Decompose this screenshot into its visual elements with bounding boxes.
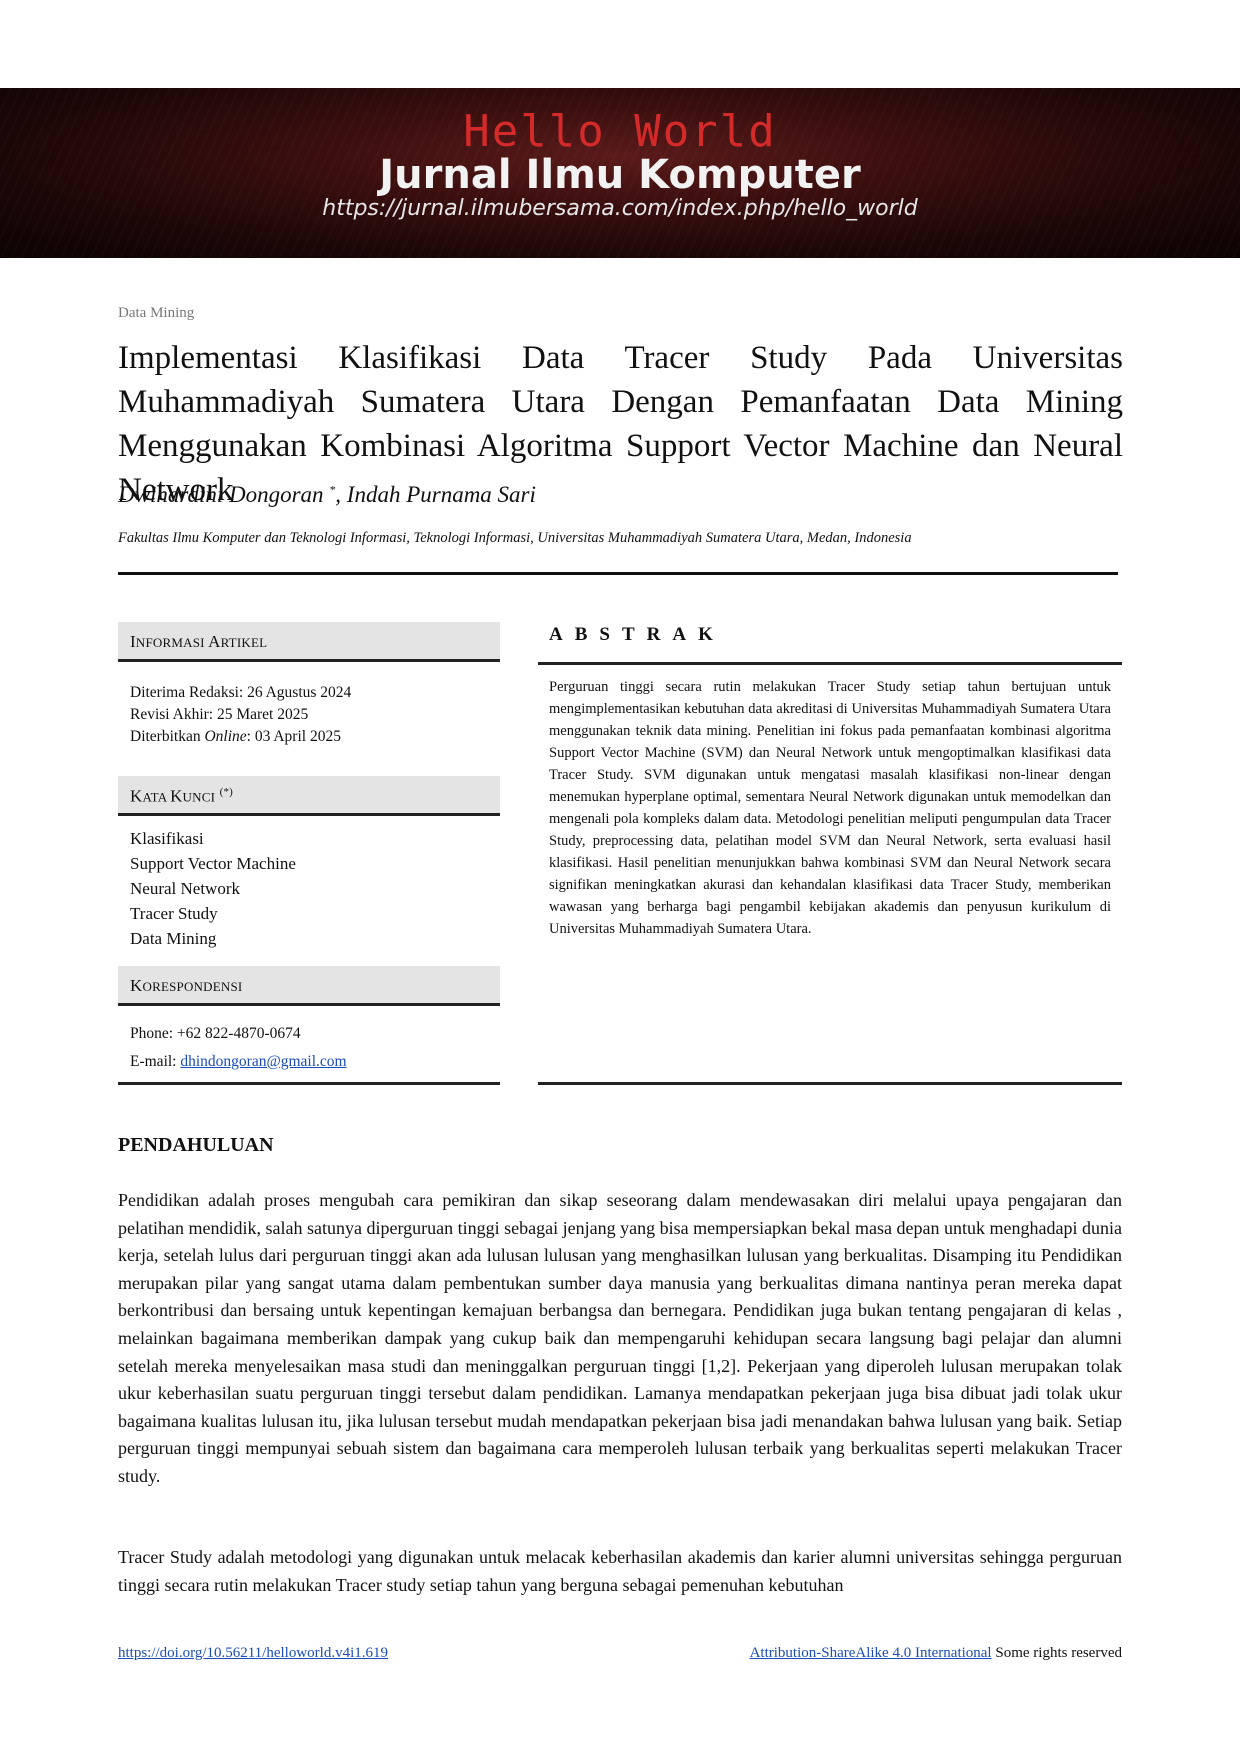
revised-date: Revisi Akhir: 25 Maret 2025 bbox=[130, 706, 309, 723]
correspondence-heading: KORESPONDENSI bbox=[118, 966, 500, 1006]
article-info-box: INFORMASI ARTIKEL Diterima Redaksi: 26 A… bbox=[118, 622, 500, 748]
keywords-heading: KATA KUNCI (*) bbox=[118, 776, 500, 816]
keyword-item: Tracer Study bbox=[130, 904, 218, 923]
body-paragraph: Pendidikan adalah proses mengubah cara p… bbox=[118, 1190, 1122, 1486]
keywords-list: Klasifikasi Support Vector Machine Neura… bbox=[118, 816, 500, 951]
keyword-item: Support Vector Machine bbox=[130, 854, 296, 873]
correspondence-box: KORESPONDENSI Phone: +62 822-4870-0674 E… bbox=[118, 966, 500, 1076]
correspondence-body: Phone: +62 822-4870-0674 E-mail: dhindon… bbox=[118, 1006, 500, 1076]
article-category: Data Mining bbox=[118, 305, 195, 321]
heading-rest: ATA bbox=[142, 789, 171, 805]
keyword-item: Klasifikasi bbox=[130, 829, 204, 848]
heading-rest: NFORMASI bbox=[135, 635, 209, 650]
doi-link[interactable]: https://doi.org/10.56211/helloworld.v4i1… bbox=[118, 1645, 388, 1662]
journal-banner: Hello World Jurnal Ilmu Komputer https:/… bbox=[0, 88, 1240, 258]
rights-text: Some rights reserved bbox=[991, 1645, 1122, 1661]
abstract-top-rule bbox=[538, 662, 1122, 665]
received-date: Diterima Redaksi: 26 Agustus 2024 bbox=[130, 684, 352, 701]
author-1: Dwihardini Dongoran bbox=[118, 482, 330, 507]
heading-rest: ORESPONDENSI bbox=[142, 979, 243, 994]
license-note: Attribution-ShareAlike 4.0 International… bbox=[750, 1645, 1122, 1662]
published-date: Diterbitkan Online: 03 April 2025 bbox=[130, 726, 488, 748]
banner-subtitle: Jurnal Ilmu Komputer bbox=[379, 152, 861, 198]
banner-title: Hello World bbox=[463, 106, 777, 157]
abstract-bottom-rule bbox=[538, 1082, 1122, 1085]
abstract-heading: ABSTRAK bbox=[549, 624, 725, 645]
abstract-text: Perguruan tinggi secara rutin melakukan … bbox=[549, 679, 1111, 937]
article-info-heading: INFORMASI ARTIKEL bbox=[118, 622, 500, 662]
article-info-body: Diterima Redaksi: 26 Agustus 2024 Revisi… bbox=[118, 662, 500, 748]
heading-rest: UNCI bbox=[182, 789, 216, 805]
author-2: , Indah Purnama Sari bbox=[335, 482, 536, 507]
published-value: : 03 April 2025 bbox=[246, 728, 341, 745]
heading-cap: K bbox=[130, 786, 143, 806]
keyword-item: Neural Network bbox=[130, 879, 240, 898]
section-heading: PENDAHULUAN bbox=[118, 1134, 274, 1156]
heading-cap: K bbox=[130, 976, 143, 995]
email-line: E-mail: dhindongoran@gmail.com bbox=[130, 1048, 488, 1076]
body-paragraph: Tracer Study adalah metodologi yang digu… bbox=[118, 1547, 1122, 1595]
published-online: Online bbox=[204, 728, 247, 745]
heading-cap: A bbox=[208, 632, 221, 651]
keywords-mark: (*) bbox=[219, 786, 234, 798]
phone-number: Phone: +62 822-4870-0674 bbox=[130, 1025, 301, 1042]
sidebar-bottom-rule bbox=[118, 1082, 500, 1085]
author-list: Dwihardini Dongoran *, Indah Purnama Sar… bbox=[118, 482, 536, 508]
keyword-item: Data Mining bbox=[130, 929, 217, 948]
email-link[interactable]: dhindongoran@gmail.com bbox=[180, 1053, 346, 1070]
published-prefix: Diterbitkan bbox=[130, 728, 205, 745]
heading-cap: K bbox=[170, 786, 183, 806]
license-link[interactable]: Attribution-ShareAlike 4.0 International bbox=[750, 1645, 992, 1661]
email-label: E-mail: bbox=[130, 1053, 181, 1070]
banner-url: https://jurnal.ilmubersama.com/index.php… bbox=[322, 196, 918, 221]
affiliation: Fakultas Ilmu Komputer dan Teknologi Inf… bbox=[118, 530, 912, 546]
keywords-box: KATA KUNCI (*) Klasifikasi Support Vecto… bbox=[118, 776, 500, 951]
heading-rest: RTIKEL bbox=[220, 635, 268, 650]
header-divider bbox=[118, 572, 1118, 575]
